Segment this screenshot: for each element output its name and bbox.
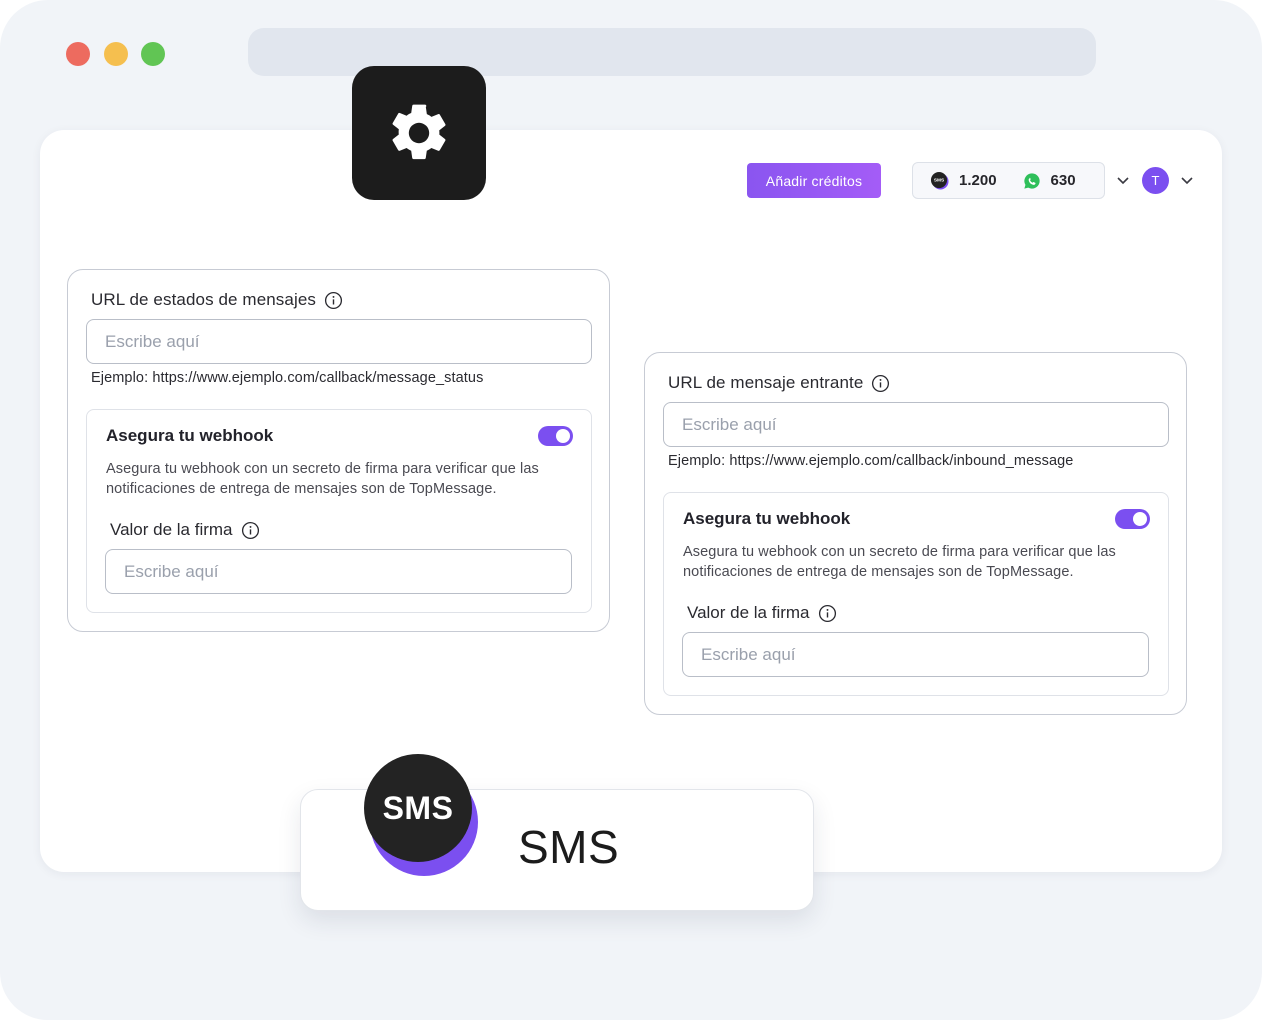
gear-icon	[392, 104, 446, 160]
window-close-dot[interactable]	[66, 42, 90, 66]
secure-webhook-description: Asegura tu webhook con un secreto de fir…	[683, 544, 1116, 580]
signature-input[interactable]	[682, 632, 1149, 677]
add-credits-button[interactable]: Añadir créditos	[747, 163, 881, 198]
window-maximize-dot[interactable]	[141, 42, 165, 66]
status-url-example: Ejemplo: https://www.ejemplo.com/callbac…	[91, 370, 484, 386]
signature-label: Valor de la firma	[110, 520, 260, 540]
info-icon[interactable]	[241, 521, 260, 540]
browser-frame: Añadir créditos SMS 1.200 630 T URL de e…	[0, 0, 1262, 1020]
inbound-url-input[interactable]	[663, 402, 1169, 447]
info-icon[interactable]	[324, 291, 343, 310]
window-minimize-dot[interactable]	[104, 42, 128, 66]
channel-name: SMS	[518, 821, 620, 873]
inbound-url-card: URL de mensaje entrante Ejemplo: https:/…	[644, 352, 1187, 715]
inbound-url-label: URL de mensaje entrante	[668, 373, 890, 393]
sms-credits: SMS 1.200	[930, 171, 997, 190]
info-icon[interactable]	[818, 604, 837, 623]
chevron-down-icon[interactable]	[1179, 172, 1195, 188]
secure-webhook-toggle[interactable]	[538, 426, 573, 446]
secure-webhook-panel: Asegura tu webhook Asegura tu webhook co…	[86, 409, 592, 613]
secure-webhook-title: Asegura tu webhook	[106, 426, 274, 445]
settings-tile	[352, 66, 486, 200]
secure-webhook-toggle[interactable]	[1115, 509, 1150, 529]
signature-input[interactable]	[105, 549, 572, 594]
status-url-input[interactable]	[86, 319, 592, 364]
secure-webhook-description: Asegura tu webhook con un secreto de fir…	[106, 461, 539, 497]
credits-balance[interactable]: SMS 1.200 630	[912, 162, 1105, 199]
sms-badge-circle: SMS	[364, 754, 472, 862]
sms-credit-count: 1.200	[959, 172, 997, 189]
inbound-url-example: Ejemplo: https://www.ejemplo.com/callbac…	[668, 453, 1074, 469]
whatsapp-icon	[1023, 172, 1041, 190]
secure-webhook-title: Asegura tu webhook	[683, 509, 851, 528]
status-url-label: URL de estados de mensajes	[91, 290, 343, 310]
sms-icon: SMS	[930, 171, 949, 190]
whatsapp-credit-count: 630	[1050, 172, 1076, 189]
toggle-knob	[1133, 512, 1147, 526]
status-url-card: URL de estados de mensajes Ejemplo: http…	[67, 269, 610, 632]
secure-webhook-panel: Asegura tu webhook Asegura tu webhook co…	[663, 492, 1169, 696]
whatsapp-credits: 630	[1023, 172, 1076, 190]
avatar[interactable]: T	[1142, 167, 1169, 194]
svg-text:SMS: SMS	[934, 178, 944, 184]
chevron-down-icon[interactable]	[1115, 172, 1131, 188]
toggle-knob	[556, 429, 570, 443]
sms-badge: SMS	[364, 754, 480, 878]
signature-label: Valor de la firma	[687, 603, 837, 623]
info-icon[interactable]	[871, 374, 890, 393]
